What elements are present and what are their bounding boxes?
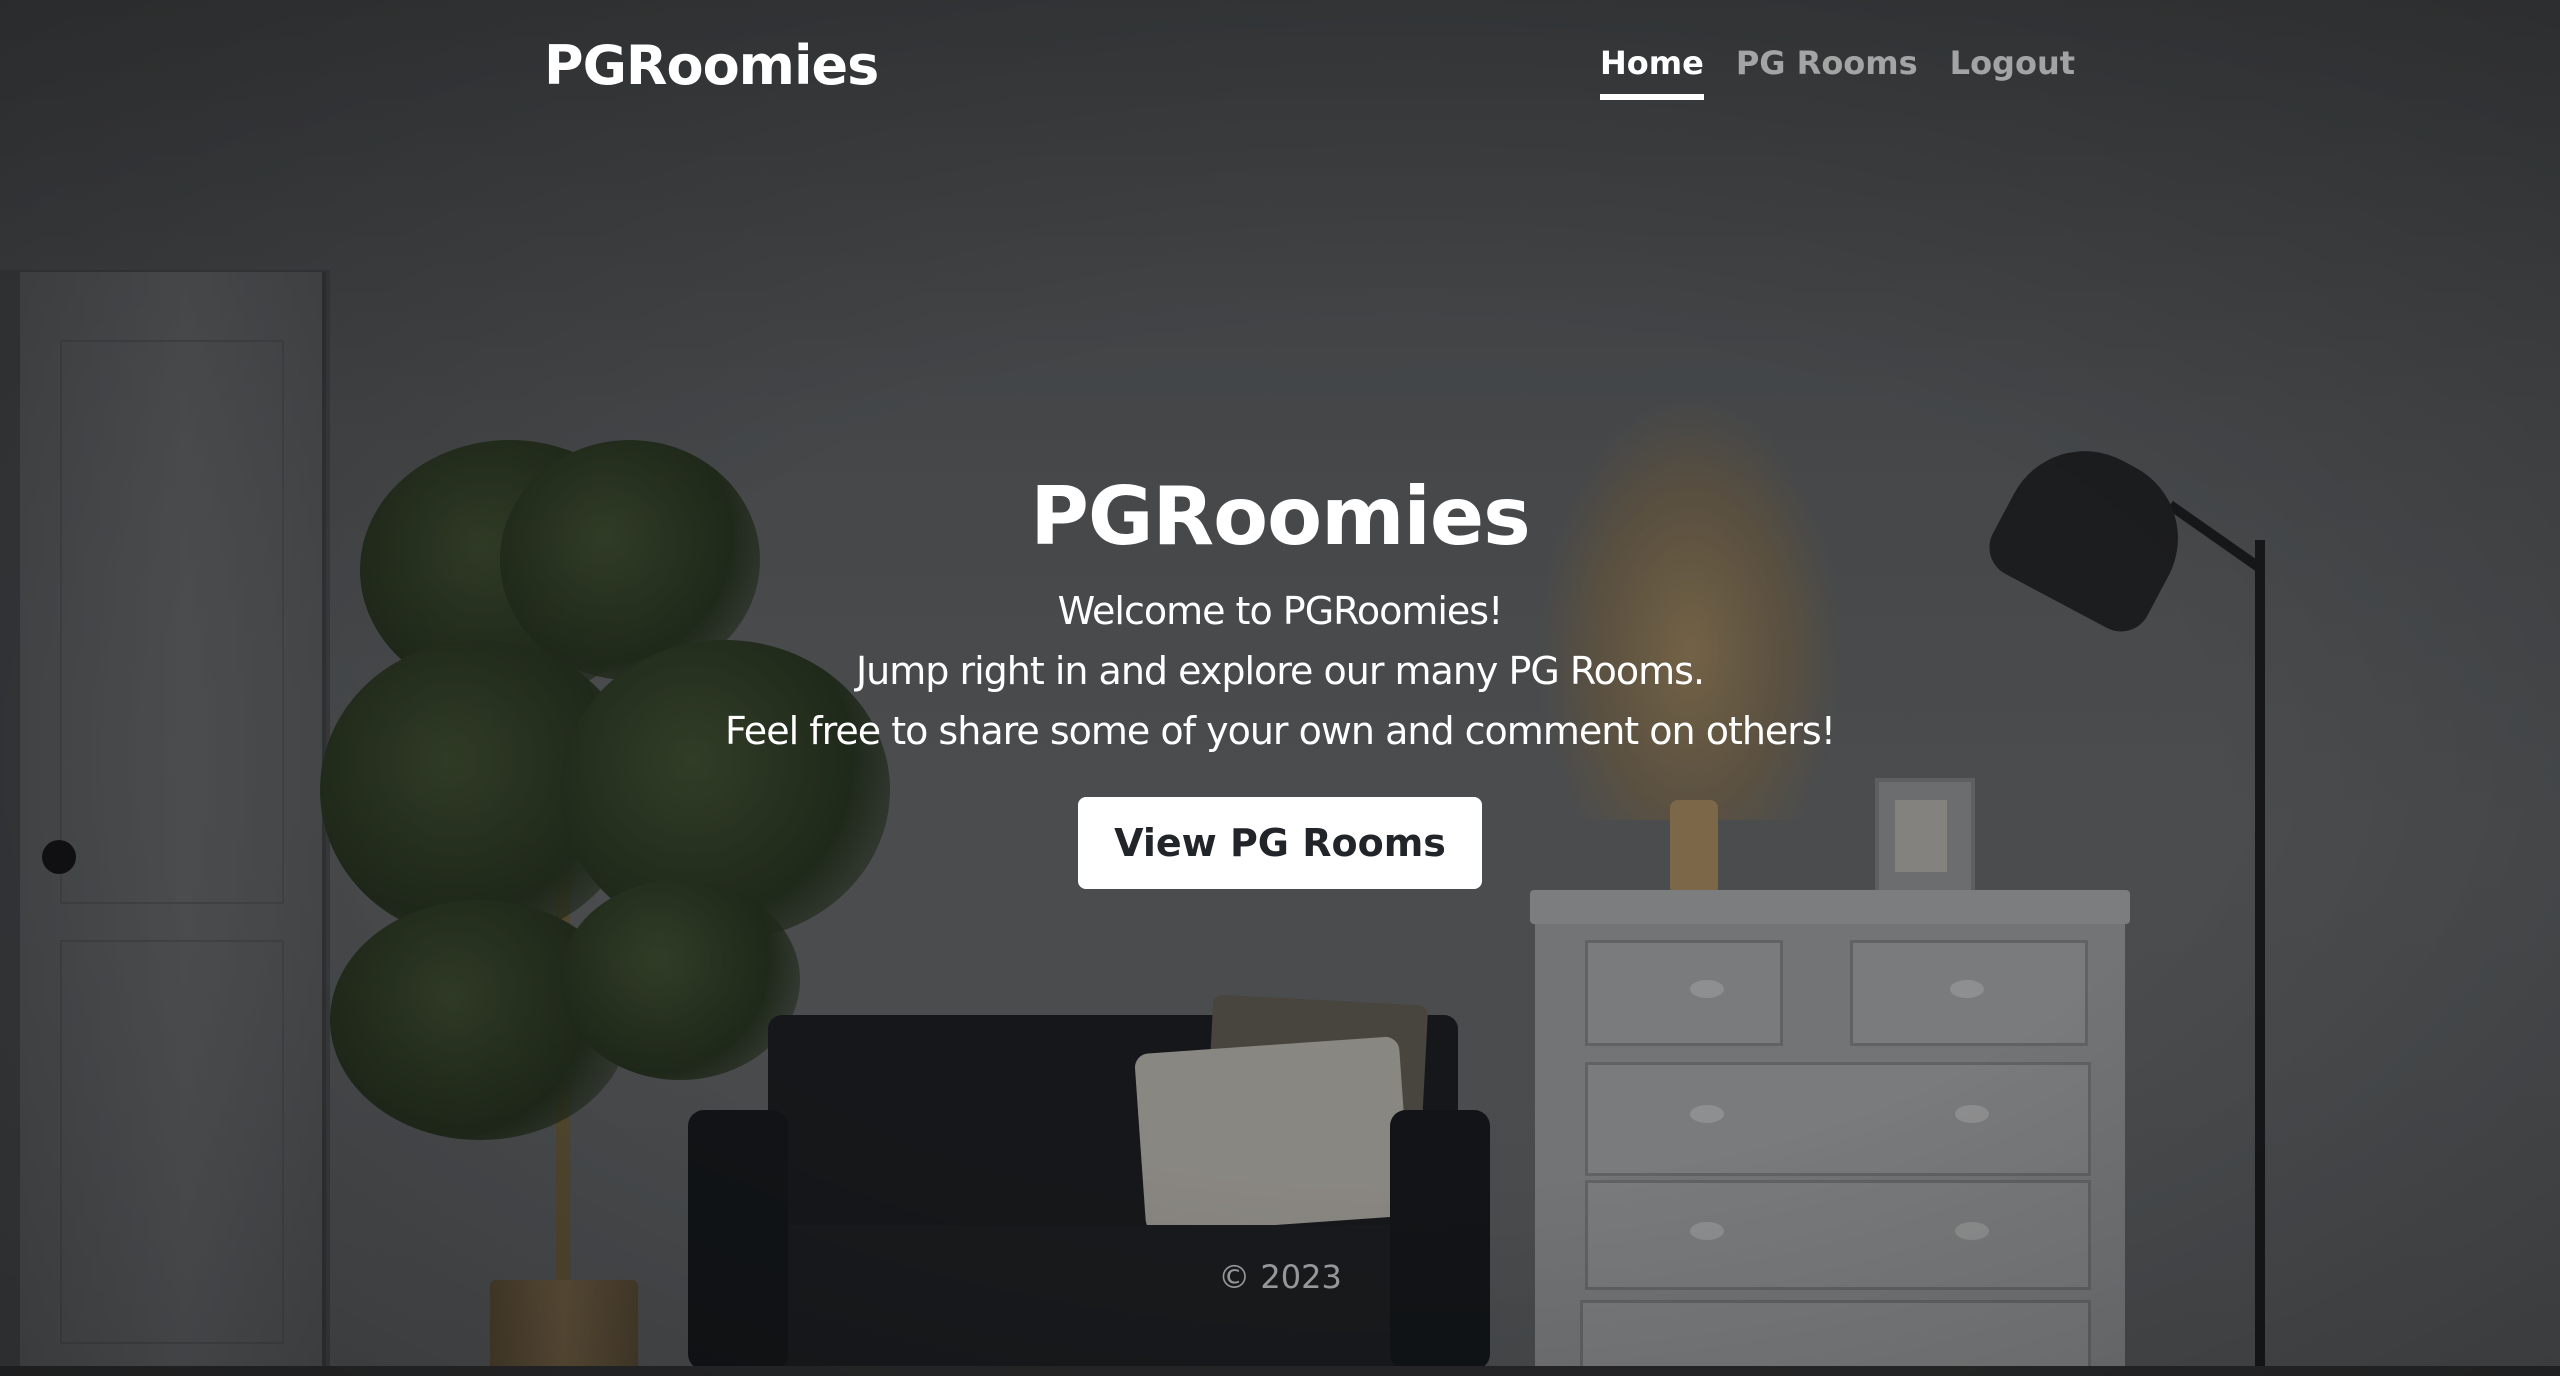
hero-title: PGRoomies (1030, 470, 1530, 563)
hero-share-text: Feel free to share some of your own and … (725, 709, 1836, 753)
hero-explore-text: Jump right in and explore our many PG Ro… (855, 649, 1705, 693)
footer: © 2023 (0, 1258, 2560, 1296)
nav-links: Home PG Rooms Logout (1600, 44, 2075, 104)
nav-link-pg-rooms[interactable]: PG Rooms (1736, 44, 1918, 100)
hero-welcome-text: Welcome to PGRoomies! (1057, 589, 1504, 633)
copyright-text: © 2023 (1218, 1258, 1342, 1296)
navbar: PGRoomies Home PG Rooms Logout (0, 0, 2560, 130)
page: PGRoomies Home PG Rooms Logout PGRoomies… (0, 0, 2560, 1376)
view-pg-rooms-button[interactable]: View PG Rooms (1078, 797, 1482, 889)
nav-link-home[interactable]: Home (1600, 44, 1704, 100)
hero-section: PGRoomies Welcome to PGRoomies! Jump rig… (0, 470, 2560, 889)
brand-logo[interactable]: PGRoomies (544, 34, 879, 97)
nav-link-logout[interactable]: Logout (1950, 44, 2075, 100)
